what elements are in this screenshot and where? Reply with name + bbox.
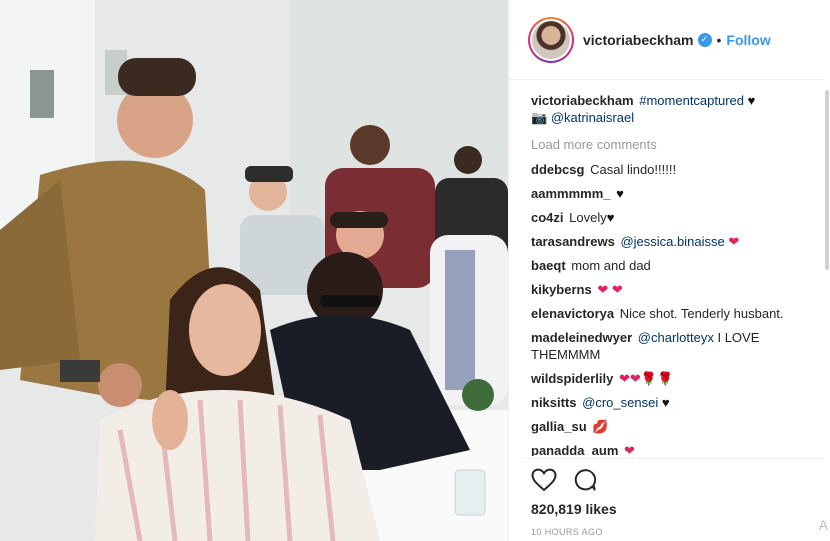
caption-username[interactable]: victoriabeckham (531, 93, 634, 108)
comment-item: baeqt mom and dad (531, 257, 821, 274)
comment-username[interactable]: ddebcsg (531, 162, 584, 177)
photo-illustration (0, 0, 508, 541)
post-sidebar: victoriabeckham ✓ • Follow victoriabeckh… (508, 0, 830, 541)
comment-username[interactable]: niksitts (531, 395, 577, 410)
comment-rows: ddebcsg Casal lindo!!!!!! aammmmm_ ♥ co4… (531, 161, 821, 456)
comment-emoji: ❤ (728, 234, 740, 249)
corner-glyph: A (818, 517, 828, 533)
comment-item: gallia_su 💋 (531, 418, 821, 435)
comment-username[interactable]: kikyberns (531, 282, 592, 297)
caption-heart-emoji: ♥ (747, 93, 756, 108)
comment-item: panadda_aum ❤ (531, 442, 821, 456)
header-username[interactable]: victoriabeckham (583, 32, 694, 48)
verified-badge-icon: ✓ (697, 32, 712, 47)
follow-button[interactable]: Follow (726, 32, 770, 48)
comment-item: aammmmm_ ♥ (531, 185, 821, 202)
comment-emoji: ❤ (624, 443, 635, 456)
avatar-ring (530, 18, 572, 61)
comment-username[interactable]: madeleinedwyer (531, 330, 632, 345)
caption: victoriabeckham #momentcaptured ♥ 📷 @kat… (531, 92, 821, 126)
comment-item: co4zi Lovely♥ (531, 209, 821, 226)
like-heart-icon[interactable] (531, 468, 557, 492)
comment-text: Lovely (569, 210, 607, 225)
comment-username[interactable]: aammmmm_ (531, 186, 611, 201)
comment-mention[interactable]: @cro_sensei (582, 395, 658, 410)
camera-icon: 📷 (531, 110, 548, 125)
comment-bubble-icon[interactable] (573, 468, 597, 492)
comment-item: niksitts @cro_sensei ♥ (531, 394, 821, 411)
comment-emoji: ♥ (606, 210, 615, 225)
comment-item: tarasandrews @jessica.binaisse ❤ (531, 233, 821, 250)
action-bar (531, 468, 597, 492)
comment-text: Nice shot. Tenderly husbant. (619, 306, 784, 321)
comment-username[interactable]: tarasandrews (531, 234, 615, 249)
likes-count[interactable]: 820,819 likes (531, 501, 617, 517)
comments-scrollbar[interactable] (825, 90, 829, 270)
comment-emoji: ❤❤🌹🌹 (618, 371, 674, 386)
comment-username[interactable]: panadda_aum (531, 443, 618, 456)
comment-item: kikyberns ❤ ❤ (531, 281, 821, 298)
comment-username[interactable]: co4zi (531, 210, 564, 225)
instagram-post: victoriabeckham ✓ • Follow victoriabeckh… (0, 0, 830, 541)
comments-list: victoriabeckham #momentcaptured ♥ 📷 @kat… (531, 92, 821, 456)
comment-item: ddebcsg Casal lindo!!!!!! (531, 161, 821, 178)
caption-hashtag[interactable]: #momentcaptured (639, 93, 744, 108)
post-photo[interactable] (0, 0, 508, 541)
comment-item: elenavictorya Nice shot. Tenderly husban… (531, 305, 821, 322)
comment-item: wildspiderlily ❤❤🌹🌹 (531, 370, 821, 387)
avatar[interactable] (528, 16, 574, 63)
comment-mention[interactable]: @jessica.binaisse (620, 234, 724, 249)
comment-emoji: ♥ (616, 186, 624, 201)
comment-mention[interactable]: @charlotteyx (638, 330, 714, 345)
comment-username[interactable]: gallia_su (531, 419, 587, 434)
avatar-image (532, 20, 570, 59)
post-header: victoriabeckham ✓ • Follow (509, 0, 824, 80)
comment-emoji: ❤ ❤ (597, 282, 623, 297)
comment-username[interactable]: elenavictorya (531, 306, 614, 321)
caption-mention[interactable]: @katrinaisrael (551, 110, 634, 125)
load-more-comments[interactable]: Load more comments (531, 136, 821, 153)
post-timestamp: 10 HOURS AGO (531, 527, 603, 537)
comment-emoji: 💋 (592, 419, 609, 434)
comment-username[interactable]: wildspiderlily (531, 371, 613, 386)
separator-dot: • (716, 31, 722, 48)
comment-username[interactable]: baeqt (531, 258, 566, 273)
comment-emoji: ♥ (661, 395, 670, 410)
comment-text: mom and dad (571, 258, 651, 273)
actions-divider (523, 458, 824, 459)
comment-text: Casal lindo!!!!!! (590, 162, 677, 177)
comment-item: madeleinedwyer @charlotteyx I LOVE THEMM… (531, 329, 821, 363)
